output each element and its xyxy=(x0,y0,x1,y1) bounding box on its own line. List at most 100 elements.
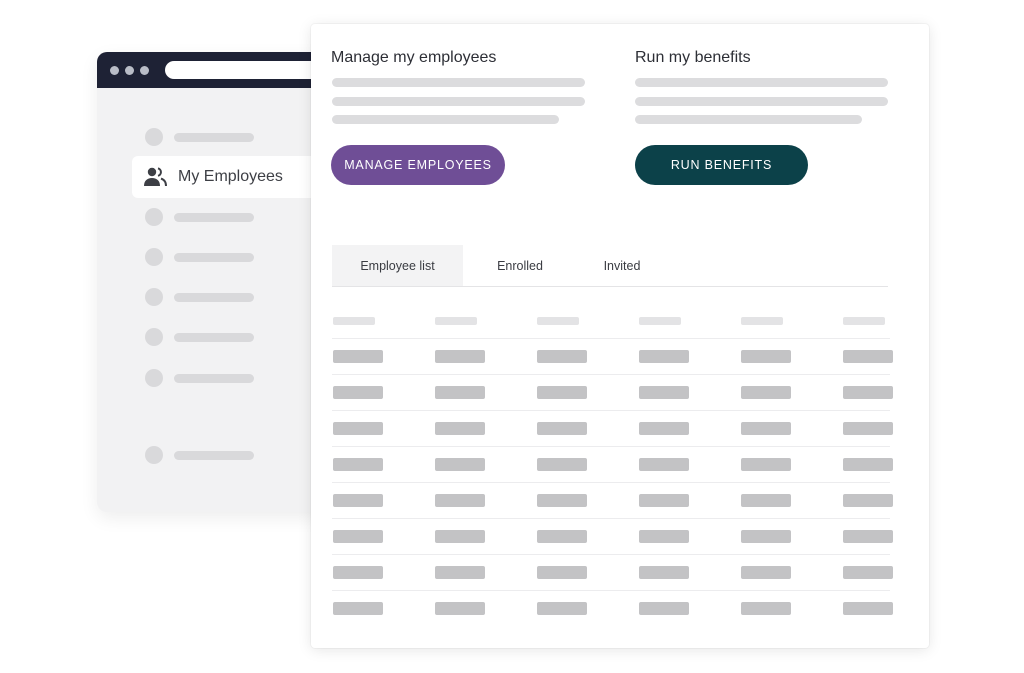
sidebar-item-icon xyxy=(145,369,163,387)
text-placeholder xyxy=(332,115,559,124)
sidebar-item-placeholder[interactable] xyxy=(145,288,265,308)
table-cell-placeholder xyxy=(333,350,383,363)
table-cell-placeholder xyxy=(435,530,485,543)
table-cell-placeholder xyxy=(537,602,587,615)
table-cell-placeholder xyxy=(435,494,485,507)
table-cell-placeholder xyxy=(639,494,689,507)
table-cell-placeholder xyxy=(843,602,893,615)
table-cell-placeholder xyxy=(639,566,689,579)
sidebar-item-label-placeholder xyxy=(174,374,254,383)
table-row[interactable] xyxy=(332,554,893,590)
run-benefits-title: Run my benefits xyxy=(635,49,751,66)
table-cell-placeholder xyxy=(741,458,791,471)
table-row[interactable] xyxy=(332,590,893,626)
table-cell-placeholder xyxy=(435,458,485,471)
table-cell-placeholder xyxy=(843,494,893,507)
table-cell-placeholder xyxy=(741,350,791,363)
employee-table xyxy=(332,309,893,626)
sidebar-item-label-placeholder xyxy=(174,451,254,460)
table-cell-placeholder xyxy=(639,386,689,399)
tab-invited[interactable]: Invited xyxy=(579,245,665,286)
table-cell-placeholder xyxy=(843,530,893,543)
table-cell-placeholder xyxy=(537,350,587,363)
table-cell-placeholder xyxy=(843,350,893,363)
table-cell-placeholder xyxy=(843,422,893,435)
sidebar-item-placeholder[interactable] xyxy=(145,208,265,228)
sidebar-item-icon xyxy=(145,128,163,146)
window-dot-maximize[interactable] xyxy=(140,66,149,75)
table-cell-placeholder xyxy=(639,350,689,363)
text-placeholder xyxy=(635,115,862,124)
table-row[interactable] xyxy=(332,374,893,410)
table-cell-placeholder xyxy=(333,494,383,507)
run-benefits-button[interactable]: RUN BENEFITS xyxy=(635,145,808,185)
table-cell-placeholder xyxy=(435,350,485,363)
table-row[interactable] xyxy=(332,410,893,446)
employees-panel: Manage my employees MANAGE EMPLOYEES Run… xyxy=(311,24,929,648)
sidebar-item-label-placeholder xyxy=(174,333,254,342)
table-row[interactable] xyxy=(332,482,893,518)
employee-tabs: Employee list Enrolled Invited xyxy=(332,245,888,287)
table-cell-placeholder xyxy=(537,530,587,543)
table-header-cell-placeholder xyxy=(741,317,783,325)
table-header-row xyxy=(332,309,890,338)
table-cell-placeholder xyxy=(741,530,791,543)
table-cell-placeholder xyxy=(537,422,587,435)
table-cell-placeholder xyxy=(333,566,383,579)
sidebar-item-placeholder[interactable] xyxy=(145,446,265,466)
sidebar-item-icon xyxy=(145,446,163,464)
table-cell-placeholder xyxy=(639,422,689,435)
table-cell-placeholder xyxy=(435,566,485,579)
sidebar-item-label-placeholder xyxy=(174,253,254,262)
sidebar-item-label-placeholder xyxy=(174,213,254,222)
table-cell-placeholder xyxy=(843,458,893,471)
table-cell-placeholder xyxy=(333,386,383,399)
sidebar-item-icon xyxy=(145,208,163,226)
table-row[interactable] xyxy=(332,446,893,482)
table-cell-placeholder xyxy=(435,602,485,615)
sidebar-item-icon xyxy=(145,248,163,266)
sidebar-item-label: My Employees xyxy=(178,168,283,185)
table-cell-placeholder xyxy=(333,458,383,471)
table-cell-placeholder xyxy=(333,422,383,435)
table-row[interactable] xyxy=(332,338,893,374)
table-header-cell-placeholder xyxy=(537,317,579,325)
table-cell-placeholder xyxy=(333,530,383,543)
tab-employee-list[interactable]: Employee list xyxy=(332,245,463,286)
table-header-cell-placeholder xyxy=(333,317,375,325)
text-placeholder xyxy=(332,97,585,106)
window-dot-minimize[interactable] xyxy=(125,66,134,75)
table-cell-placeholder xyxy=(741,602,791,615)
table-cell-placeholder xyxy=(843,386,893,399)
table-cell-placeholder xyxy=(741,422,791,435)
table-cell-placeholder xyxy=(843,566,893,579)
table-cell-placeholder xyxy=(741,566,791,579)
table-cell-placeholder xyxy=(741,386,791,399)
people-icon xyxy=(144,167,167,187)
sidebar-item-my-employees[interactable]: My Employees xyxy=(132,156,312,198)
table-cell-placeholder xyxy=(537,566,587,579)
table-cell-placeholder xyxy=(639,530,689,543)
table-cell-placeholder xyxy=(537,386,587,399)
text-placeholder xyxy=(635,97,888,106)
table-header-cell-placeholder xyxy=(639,317,681,325)
table-cell-placeholder xyxy=(537,458,587,471)
tab-enrolled[interactable]: Enrolled xyxy=(477,245,563,286)
window-dot-close[interactable] xyxy=(110,66,119,75)
sidebar-item-placeholder[interactable] xyxy=(145,248,265,268)
manage-employees-button[interactable]: MANAGE EMPLOYEES xyxy=(331,145,505,185)
sidebar-item-icon xyxy=(145,288,163,306)
table-cell-placeholder xyxy=(435,422,485,435)
sidebar-item-placeholder[interactable] xyxy=(145,128,265,148)
table-cell-placeholder xyxy=(537,494,587,507)
text-placeholder xyxy=(635,78,888,87)
table-header-cell-placeholder xyxy=(843,317,885,325)
table-cell-placeholder xyxy=(741,494,791,507)
manage-employees-title: Manage my employees xyxy=(331,49,497,66)
table-row[interactable] xyxy=(332,518,893,554)
sidebar-item-placeholder[interactable] xyxy=(145,369,265,389)
table-cell-placeholder xyxy=(639,458,689,471)
sidebar-item-placeholder[interactable] xyxy=(145,328,265,348)
sidebar-item-label-placeholder xyxy=(174,293,254,302)
table-cell-placeholder xyxy=(639,602,689,615)
